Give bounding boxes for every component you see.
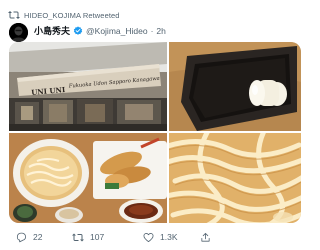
udon-tempura-set-photo[interactable] bbox=[9, 133, 167, 223]
reply-count: 22 bbox=[33, 232, 43, 242]
retweet-icon bbox=[72, 232, 84, 243]
reply-icon bbox=[16, 232, 27, 243]
butter-dish-photo[interactable] bbox=[169, 42, 301, 131]
verified-badge-icon bbox=[73, 25, 83, 36]
tweet-actions: 22 107 1.3K bbox=[10, 229, 292, 245]
like-count: 1.3K bbox=[160, 232, 178, 242]
user-handle[interactable]: @Kojima_Hideo bbox=[86, 26, 148, 36]
reply-button[interactable]: 22 bbox=[16, 232, 42, 243]
like-button[interactable]: 1.3K bbox=[143, 232, 178, 243]
share-button[interactable] bbox=[200, 232, 211, 243]
display-name[interactable]: 小島秀夫 bbox=[34, 24, 70, 37]
heart-icon bbox=[143, 232, 154, 243]
tweet-header: 小島秀夫 @Kojima_Hideo · 2h bbox=[34, 24, 166, 37]
separator-dot: · bbox=[150, 25, 154, 36]
share-icon bbox=[200, 232, 211, 243]
retweet-count: 107 bbox=[90, 232, 105, 242]
retweet-indicator[interactable]: HIDEO_KOJIMA Retweeted bbox=[8, 9, 120, 21]
media-grid: UNI UNI Fukuoka Udon Sapporo Kanagawa bbox=[9, 42, 301, 223]
retweet-label: HIDEO_KOJIMA Retweeted bbox=[24, 10, 120, 20]
retweet-button[interactable]: 107 bbox=[72, 232, 104, 243]
retweet-icon bbox=[8, 10, 20, 20]
storefront-photo[interactable]: UNI UNI Fukuoka Udon Sapporo Kanagawa bbox=[9, 42, 167, 131]
avatar[interactable] bbox=[9, 23, 28, 42]
timestamp[interactable]: 2h bbox=[156, 26, 165, 36]
udon-noodles-closeup-photo[interactable] bbox=[169, 133, 301, 223]
